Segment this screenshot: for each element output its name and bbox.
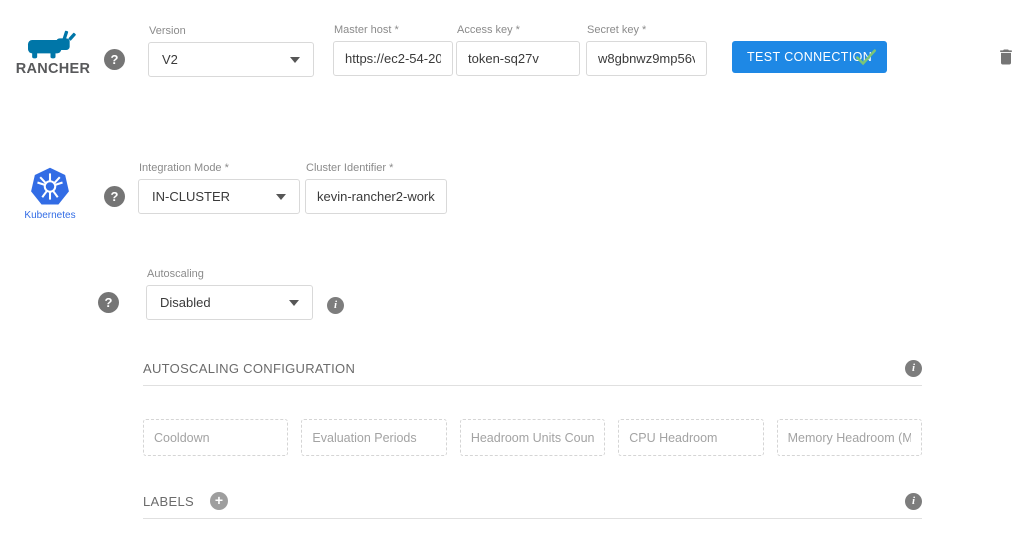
- integration-settings-page: RANCHER ? Version V2 Master host * Acces…: [0, 0, 1024, 550]
- integration-mode-value: IN-CLUSTER: [152, 189, 230, 204]
- headroom-units-count-input: [460, 419, 605, 456]
- info-icon[interactable]: i: [905, 360, 922, 377]
- section-divider: [143, 518, 922, 519]
- cluster-identifier-input[interactable]: [305, 179, 447, 214]
- integration-mode-field: Integration Mode * IN-CLUSTER: [138, 162, 300, 214]
- info-icon[interactable]: i: [905, 493, 922, 510]
- kubernetes-logo: Kubernetes: [18, 166, 82, 221]
- kubernetes-helm-icon: [18, 166, 82, 207]
- memory-headroom-input: [777, 419, 922, 456]
- help-icon[interactable]: ?: [104, 49, 125, 70]
- version-value: V2: [162, 52, 178, 67]
- add-label-button[interactable]: +: [210, 492, 228, 510]
- cpu-headroom-input: [618, 419, 763, 456]
- version-label: Version: [148, 25, 314, 37]
- master-host-label: Master host *: [333, 24, 453, 36]
- rancher-bull-icon: [14, 30, 92, 60]
- access-key-label: Access key *: [456, 24, 580, 36]
- integration-mode-select[interactable]: IN-CLUSTER: [138, 179, 300, 214]
- labels-section: LABELS + i: [143, 491, 922, 519]
- autoscaling-config-fields: [143, 419, 922, 456]
- autoscaling-label: Autoscaling: [146, 268, 313, 280]
- autoscaling-configuration-title: AUTOSCALING CONFIGURATION: [143, 361, 355, 376]
- secret-key-label: Secret key *: [586, 24, 707, 36]
- access-key-field: Access key *: [456, 24, 580, 76]
- cluster-identifier-label: Cluster Identifier *: [305, 162, 447, 174]
- secret-key-input[interactable]: [586, 41, 707, 76]
- integration-mode-label: Integration Mode *: [138, 162, 300, 174]
- autoscaling-select[interactable]: Disabled: [146, 285, 313, 320]
- chevron-down-icon: [290, 57, 300, 63]
- master-host-field: Master host *: [333, 24, 453, 76]
- info-icon[interactable]: i: [327, 297, 344, 314]
- chevron-down-icon: [276, 194, 286, 200]
- section-divider: [143, 385, 922, 386]
- cooldown-input: [143, 419, 288, 456]
- autoscaling-field: Autoscaling Disabled: [146, 268, 313, 320]
- master-host-input[interactable]: [333, 41, 453, 76]
- kubernetes-logo-text: Kubernetes: [18, 210, 82, 221]
- help-icon[interactable]: ?: [98, 292, 119, 313]
- connection-success-check-icon: [852, 43, 880, 76]
- autoscaling-value: Disabled: [160, 295, 211, 310]
- evaluation-periods-input: [301, 419, 446, 456]
- labels-title: LABELS: [143, 494, 194, 509]
- autoscaling-configuration-section: AUTOSCALING CONFIGURATION i: [143, 358, 922, 456]
- secret-key-field: Secret key *: [586, 24, 707, 76]
- chevron-down-icon: [289, 300, 299, 306]
- cluster-identifier-field: Cluster Identifier *: [305, 162, 447, 214]
- version-field: Version V2: [148, 25, 314, 77]
- rancher-logo-text: RANCHER: [14, 61, 92, 77]
- rancher-logo: RANCHER: [14, 30, 92, 77]
- help-icon[interactable]: ?: [104, 186, 125, 207]
- trash-icon[interactable]: [996, 46, 1016, 73]
- access-key-input[interactable]: [456, 41, 580, 76]
- version-select[interactable]: V2: [148, 42, 314, 77]
